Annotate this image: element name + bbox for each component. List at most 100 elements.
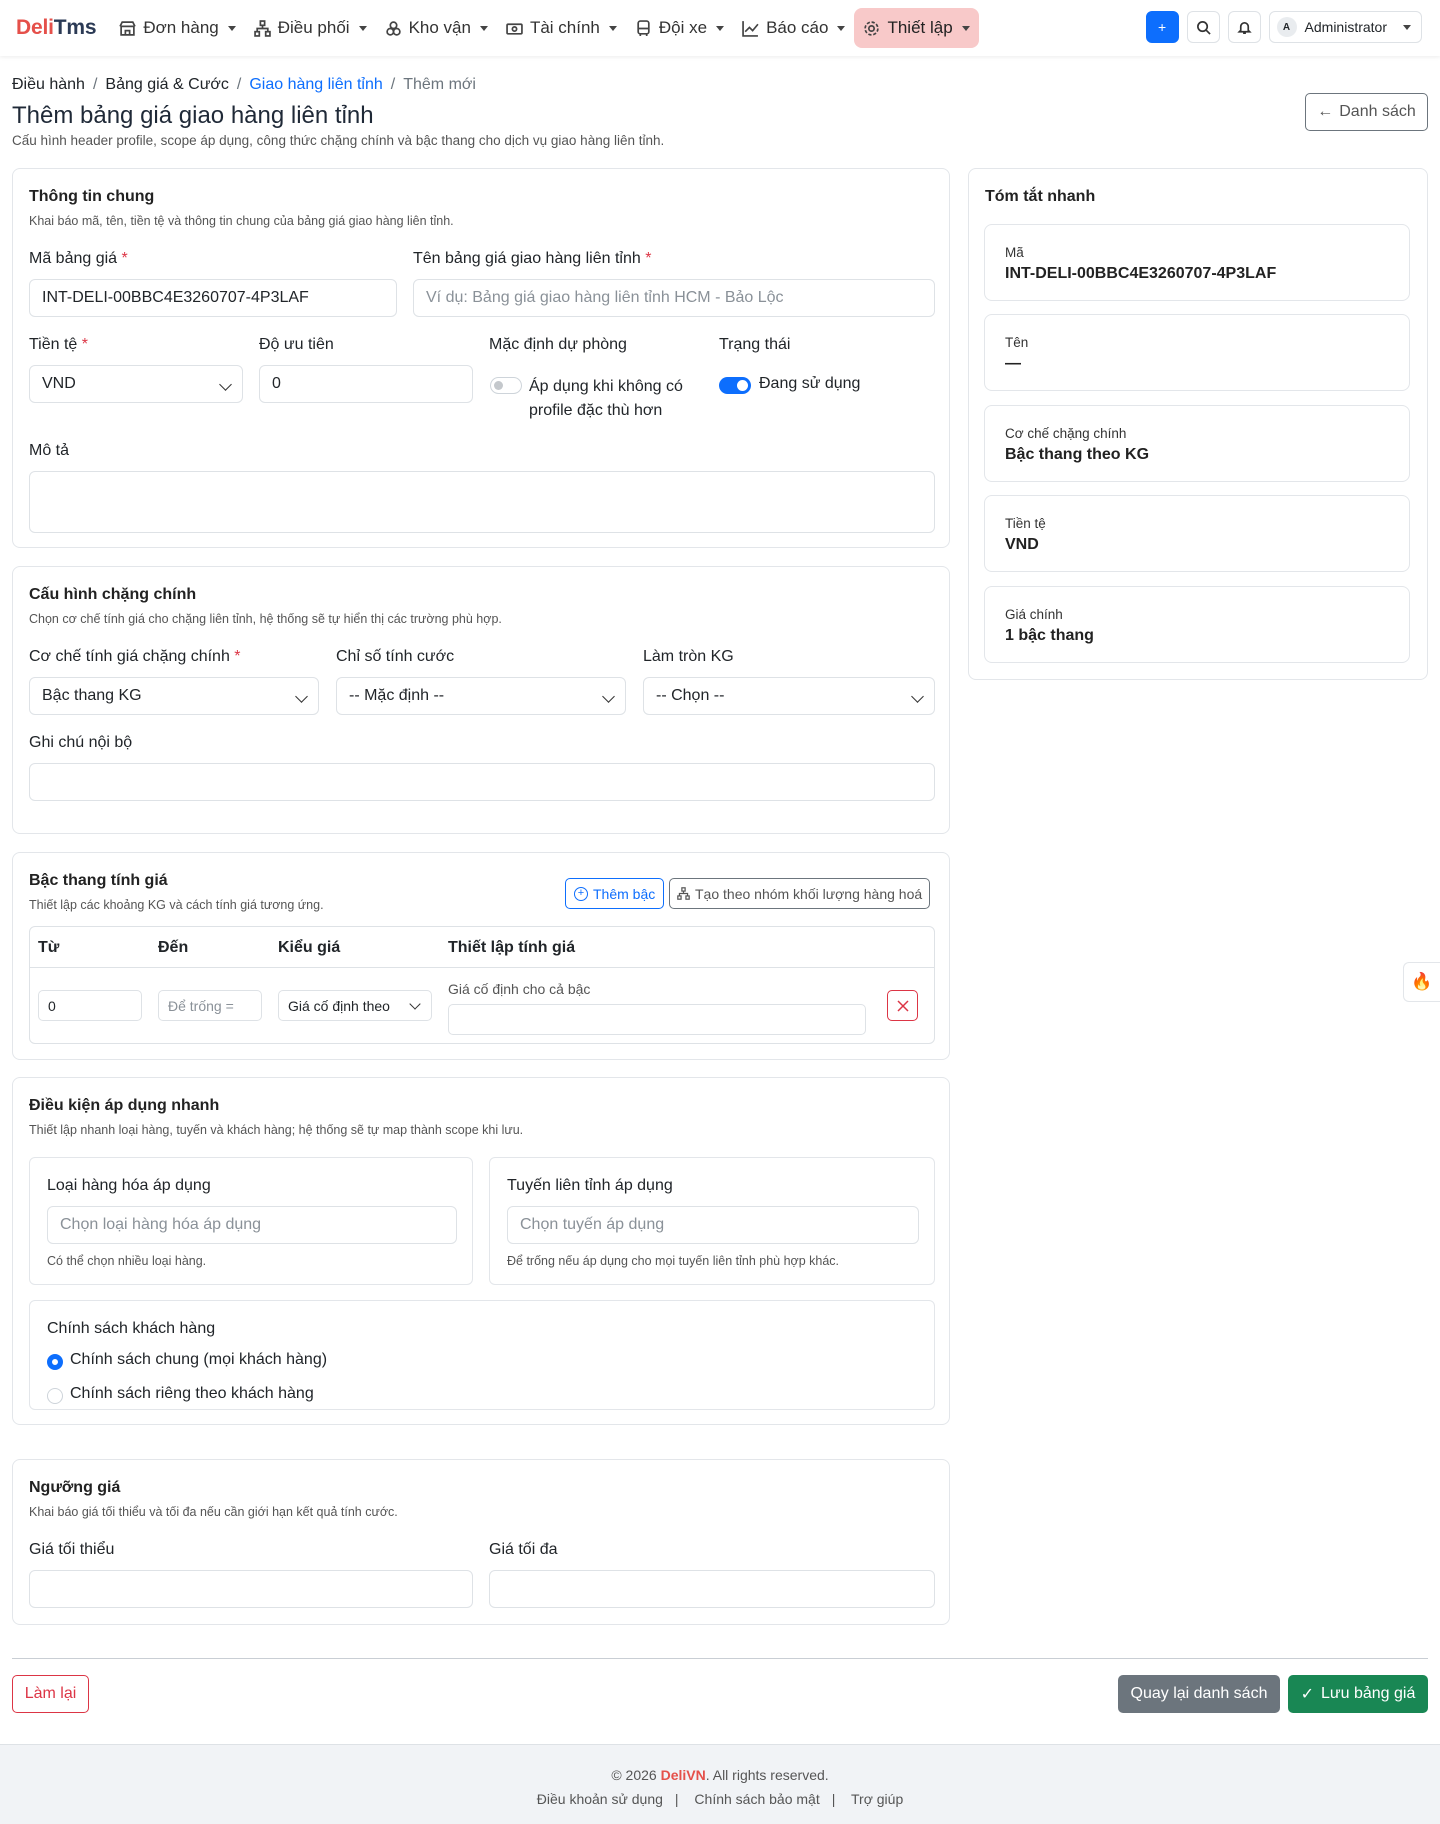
- nav-item-orders[interactable]: Đơn hàng: [110, 8, 244, 48]
- goods-type-select[interactable]: Chọn loại hàng hóa áp dụng: [47, 1206, 457, 1244]
- fallback-toggle[interactable]: [490, 377, 522, 394]
- priority-input[interactable]: 0: [259, 365, 473, 403]
- route-panel: Tuyến liên tỉnh áp dụng Chọn tuyến áp dụ…: [489, 1157, 935, 1285]
- status-text: Đang sử dụng: [759, 375, 861, 392]
- brand-part1: Deli: [16, 16, 54, 39]
- status-toggle[interactable]: [719, 377, 751, 394]
- nav-item-label: Đội xe: [658, 18, 708, 37]
- save-label: Lưu bảng giá: [1321, 1685, 1416, 1702]
- breadcrumb-item[interactable]: Điều hành: [12, 76, 85, 94]
- description-textarea[interactable]: [29, 471, 935, 533]
- sitemap-icon: [677, 887, 690, 900]
- create-by-weight-group-button[interactable]: Tạo theo nhóm khối lượng hàng hoá: [669, 878, 931, 909]
- currency-value: VND: [42, 375, 76, 392]
- fallback-label: Mặc định dự phòng: [489, 336, 627, 353]
- currency-select[interactable]: VND: [29, 365, 243, 403]
- card-subtitle: Thiết lập các khoảng KG và cách tính giá…: [29, 898, 324, 912]
- tier-from-input[interactable]: 0: [38, 990, 142, 1021]
- description-label: Mô tả: [29, 442, 70, 459]
- summary-value: INT-DELI-00BBC4E3260707-4P3LAF: [1005, 265, 1277, 282]
- notification-button[interactable]: [1227, 11, 1261, 43]
- search-button[interactable]: [1186, 11, 1220, 43]
- nav-item-fleet[interactable]: Đội xe: [626, 8, 733, 48]
- breadcrumb-separator: /: [390, 76, 396, 93]
- floating-side-tab[interactable]: 🔥: [1403, 962, 1440, 1002]
- summary-item-code: Mã INT-DELI-00BBC4E3260707-4P3LAF: [984, 224, 1410, 301]
- rounding-label: Làm tròn KG: [643, 648, 734, 665]
- quick-add-button[interactable]: +: [1145, 11, 1179, 43]
- mechanism-label: Cơ chế tính giá chặng chính *: [29, 648, 241, 665]
- route-select[interactable]: Chọn tuyến áp dụng: [507, 1206, 919, 1244]
- breadcrumb-separator: /: [236, 76, 242, 93]
- max-price-input[interactable]: [489, 1570, 935, 1608]
- policy-general-radio[interactable]: [47, 1354, 63, 1370]
- breadcrumb-current: Thêm mới: [403, 76, 476, 93]
- top-navbar: DeliTms Đơn hàng Điều phối Kho vận Tài c…: [0, 0, 1440, 56]
- summary-key: Tên: [1005, 335, 1029, 350]
- card-title: Điều kiện áp dụng nhanh: [29, 1097, 220, 1114]
- card-title: Thông tin chung: [29, 188, 155, 205]
- footer-link-terms[interactable]: Điều khoản sử dụng: [537, 1791, 663, 1807]
- goods-type-label: Loại hàng hóa áp dụng: [47, 1177, 211, 1194]
- name-label: Tên bảng giá giao hàng liên tỉnh *: [413, 250, 652, 267]
- user-menu-button[interactable]: A Administrator: [1268, 11, 1422, 43]
- card-title: Cấu hình chặng chính: [29, 586, 197, 603]
- status-label: Trạng thái: [719, 336, 791, 353]
- card-subtitle: Thiết lập nhanh loại hàng, tuyến và khác…: [29, 1123, 524, 1137]
- nav-item-finance[interactable]: Tài chính: [497, 8, 626, 48]
- action-divider: [12, 1658, 1428, 1659]
- add-tier-button[interactable]: + Thêm bậc: [565, 878, 665, 909]
- policy-specific-radio[interactable]: [47, 1388, 63, 1404]
- price-type-value: Giá cố định theo: [288, 997, 390, 1014]
- internal-note-input[interactable]: [29, 763, 935, 801]
- back-to-list-bottom-button[interactable]: Quay lại danh sách: [1118, 1675, 1280, 1713]
- store-icon: [119, 20, 137, 36]
- index-label: Chỉ số tính cước: [336, 648, 455, 665]
- footer: © 2026 DeliVN. All rights reserved. Điều…: [0, 1744, 1440, 1824]
- footer-link-privacy[interactable]: Chính sách bảo mật: [694, 1791, 819, 1807]
- back-to-list-button[interactable]: ← Danh sách: [1305, 93, 1428, 131]
- breadcrumb-separator: /: [92, 76, 98, 93]
- card-title: Ngưỡng giá: [29, 1479, 121, 1496]
- nav-item-reports[interactable]: Báo cáo: [733, 8, 854, 48]
- nav-item-warehouse[interactable]: Kho vận: [376, 8, 497, 48]
- page-title: Thêm bảng giá giao hàng liên tỉnh: [12, 102, 374, 129]
- delete-tier-button[interactable]: [887, 990, 918, 1021]
- chevron-down-icon: [295, 690, 308, 703]
- fire-icon: 🔥: [1411, 972, 1433, 991]
- route-help: Để trống nếu áp dụng cho mọi tuyến liên …: [507, 1254, 840, 1268]
- cash-icon: [506, 22, 523, 35]
- col-header-from: Từ: [38, 939, 60, 956]
- general-info-card: Thông tin chung Khai báo mã, tên, tiền t…: [12, 168, 950, 548]
- code-input[interactable]: INT-DELI-00BBC4E3260707-4P3LAF: [29, 279, 397, 317]
- save-pricing-button[interactable]: ✓ Lưu bảng giá: [1288, 1675, 1428, 1713]
- nav-item-settings[interactable]: Thiết lập: [854, 8, 979, 48]
- tier-price-type-select[interactable]: Giá cố định theo: [278, 990, 432, 1021]
- conditions-card: Điều kiện áp dụng nhanh Thiết lập nhanh …: [12, 1077, 950, 1425]
- name-input[interactable]: Ví dụ: Bảng giá giao hàng liên tỉnh HCM …: [413, 279, 935, 317]
- brand-logo[interactable]: DeliTms: [16, 16, 97, 40]
- min-price-input[interactable]: [29, 1570, 473, 1608]
- card-subtitle: Chọn cơ chế tính giá cho chặng liên tỉnh…: [29, 612, 502, 626]
- footer-link-help[interactable]: Trợ giúp: [851, 1791, 903, 1807]
- rounding-select[interactable]: -- Chọn --: [643, 677, 935, 715]
- tier-to-input[interactable]: Để trống =: [158, 990, 262, 1021]
- index-select[interactable]: -- Mặc định --: [336, 677, 626, 715]
- mechanism-select[interactable]: Bậc thang KG: [29, 677, 319, 715]
- internal-note-label: Ghi chú nội bộ: [29, 734, 133, 751]
- reset-button[interactable]: Làm lại: [12, 1675, 89, 1713]
- nav-item-dispatch[interactable]: Điều phối: [245, 8, 376, 48]
- main-leg-card: Cấu hình chặng chính Chọn cơ chế tính gi…: [12, 566, 950, 834]
- fixed-price-input[interactable]: [448, 1004, 866, 1035]
- policy-specific-label[interactable]: Chính sách riêng theo khách hàng: [70, 1385, 314, 1403]
- summary-value: Bậc thang theo KG: [1005, 446, 1150, 463]
- breadcrumb-link[interactable]: Giao hàng liên tỉnh: [249, 76, 382, 94]
- breadcrumb-item[interactable]: Bảng giá & Cước: [105, 76, 228, 94]
- nav-right-group: + A Administrator: [1145, 11, 1422, 43]
- chevron-down-icon: [409, 998, 421, 1010]
- policy-general-label[interactable]: Chính sách chung (mọi khách hàng): [70, 1351, 327, 1369]
- chevron-down-icon: [219, 378, 232, 391]
- summary-title: Tóm tắt nhanh: [985, 188, 1096, 205]
- thresholds-card: Ngưỡng giá Khai báo giá tối thiểu và tối…: [12, 1459, 950, 1625]
- summary-item-name: Tên —: [984, 314, 1410, 391]
